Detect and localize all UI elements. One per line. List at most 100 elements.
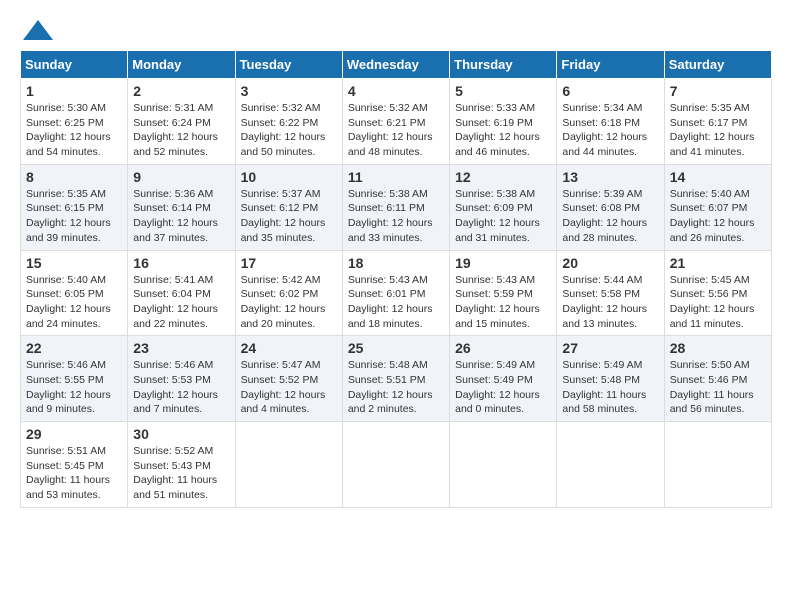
day-cell-3: 3 Sunrise: 5:32 AMSunset: 6:22 PMDaylight…: [235, 79, 342, 165]
day-number: 21: [670, 255, 766, 271]
day-cell-24: 24 Sunrise: 5:47 AMSunset: 5:52 PMDayligh…: [235, 336, 342, 422]
day-cell-30: 30 Sunrise: 5:52 AMSunset: 5:43 PMDayligh…: [128, 422, 235, 508]
day-number: 7: [670, 83, 766, 99]
day-detail: Sunrise: 5:35 AMSunset: 6:15 PMDaylight:…: [26, 187, 122, 246]
day-detail: Sunrise: 5:39 AMSunset: 6:08 PMDaylight:…: [562, 187, 658, 246]
empty-cell: [342, 422, 449, 508]
day-cell-20: 20Sunrise: 5:44 AMSunset: 5:58 PMDayligh…: [557, 250, 664, 336]
day-number: 4: [348, 83, 444, 99]
day-cell-27: 27 Sunrise: 5:49 AMSunset: 5:48 PMDayligh…: [557, 336, 664, 422]
day-number: 24: [241, 340, 337, 356]
day-cell-1: 1 Sunrise: 5:30 AMSunset: 6:25 PMDaylight…: [21, 79, 128, 165]
day-detail: Sunrise: 5:37 AMSunset: 6:12 PMDaylight:…: [241, 187, 337, 246]
day-cell-7: 7 Sunrise: 5:35 AMSunset: 6:17 PMDaylight…: [664, 79, 771, 165]
day-detail: Sunrise: 5:38 AMSunset: 6:09 PMDaylight:…: [455, 187, 551, 246]
day-detail: Sunrise: 5:43 AMSunset: 6:01 PMDaylight:…: [348, 273, 444, 332]
day-number: 14: [670, 169, 766, 185]
day-number: 17: [241, 255, 337, 271]
day-detail: Sunrise: 5:33 AMSunset: 6:19 PMDaylight:…: [455, 101, 551, 160]
day-cell-11: 11Sunrise: 5:38 AMSunset: 6:11 PMDayligh…: [342, 164, 449, 250]
day-cell-5: 5 Sunrise: 5:33 AMSunset: 6:19 PMDaylight…: [450, 79, 557, 165]
calendar-row-3: 15 Sunrise: 5:40 AMSunset: 6:05 PMDayligh…: [21, 250, 772, 336]
day-detail: Sunrise: 5:46 AMSunset: 5:55 PMDaylight:…: [26, 358, 122, 417]
day-cell-4: 4 Sunrise: 5:32 AMSunset: 6:21 PMDaylight…: [342, 79, 449, 165]
weekday-header-friday: Friday: [557, 51, 664, 79]
day-number: 22: [26, 340, 122, 356]
day-detail: Sunrise: 5:34 AMSunset: 6:18 PMDaylight:…: [562, 101, 658, 160]
day-number: 29: [26, 426, 122, 442]
day-detail: Sunrise: 5:32 AMSunset: 6:21 PMDaylight:…: [348, 101, 444, 160]
day-cell-9: 9 Sunrise: 5:36 AMSunset: 6:14 PMDaylight…: [128, 164, 235, 250]
day-cell-25: 25 Sunrise: 5:48 AMSunset: 5:51 PMDayligh…: [342, 336, 449, 422]
day-number: 16: [133, 255, 229, 271]
day-cell-14: 14Sunrise: 5:40 AMSunset: 6:07 PMDayligh…: [664, 164, 771, 250]
day-cell-2: 2 Sunrise: 5:31 AMSunset: 6:24 PMDaylight…: [128, 79, 235, 165]
day-number: 9: [133, 169, 229, 185]
calendar-row-1: 1 Sunrise: 5:30 AMSunset: 6:25 PMDaylight…: [21, 79, 772, 165]
logo: [20, 20, 53, 40]
day-number: 5: [455, 83, 551, 99]
day-cell-23: 23 Sunrise: 5:46 AMSunset: 5:53 PMDayligh…: [128, 336, 235, 422]
day-detail: Sunrise: 5:49 AMSunset: 5:48 PMDaylight:…: [562, 358, 658, 417]
day-cell-26: 26 Sunrise: 5:49 AMSunset: 5:49 PMDayligh…: [450, 336, 557, 422]
calendar-table: SundayMondayTuesdayWednesdayThursdayFrid…: [20, 50, 772, 508]
day-number: 30: [133, 426, 229, 442]
day-cell-10: 10 Sunrise: 5:37 AMSunset: 6:12 PMDayligh…: [235, 164, 342, 250]
day-detail: Sunrise: 5:31 AMSunset: 6:24 PMDaylight:…: [133, 101, 229, 160]
weekday-header-row: SundayMondayTuesdayWednesdayThursdayFrid…: [21, 51, 772, 79]
day-detail: Sunrise: 5:48 AMSunset: 5:51 PMDaylight:…: [348, 358, 444, 417]
empty-cell: [235, 422, 342, 508]
day-number: 27: [562, 340, 658, 356]
weekday-header-monday: Monday: [128, 51, 235, 79]
day-number: 15: [26, 255, 122, 271]
calendar-row-4: 22 Sunrise: 5:46 AMSunset: 5:55 PMDayligh…: [21, 336, 772, 422]
day-cell-6: 6 Sunrise: 5:34 AMSunset: 6:18 PMDaylight…: [557, 79, 664, 165]
day-detail: Sunrise: 5:46 AMSunset: 5:53 PMDaylight:…: [133, 358, 229, 417]
day-detail: Sunrise: 5:43 AMSunset: 5:59 PMDaylight:…: [455, 273, 551, 332]
day-cell-28: 28Sunrise: 5:50 AMSunset: 5:46 PMDayligh…: [664, 336, 771, 422]
day-detail: Sunrise: 5:35 AMSunset: 6:17 PMDaylight:…: [670, 101, 766, 160]
weekday-header-thursday: Thursday: [450, 51, 557, 79]
day-detail: Sunrise: 5:30 AMSunset: 6:25 PMDaylight:…: [26, 101, 122, 160]
day-number: 26: [455, 340, 551, 356]
day-cell-16: 16 Sunrise: 5:41 AMSunset: 6:04 PMDayligh…: [128, 250, 235, 336]
day-cell-17: 17 Sunrise: 5:42 AMSunset: 6:02 PMDayligh…: [235, 250, 342, 336]
day-detail: Sunrise: 5:47 AMSunset: 5:52 PMDaylight:…: [241, 358, 337, 417]
day-cell-8: 8 Sunrise: 5:35 AMSunset: 6:15 PMDaylight…: [21, 164, 128, 250]
day-number: 1: [26, 83, 122, 99]
day-cell-21: 21Sunrise: 5:45 AMSunset: 5:56 PMDayligh…: [664, 250, 771, 336]
day-number: 8: [26, 169, 122, 185]
day-number: 2: [133, 83, 229, 99]
weekday-header-sunday: Sunday: [21, 51, 128, 79]
day-number: 23: [133, 340, 229, 356]
day-detail: Sunrise: 5:38 AMSunset: 6:11 PMDaylight:…: [348, 187, 444, 246]
day-detail: Sunrise: 5:41 AMSunset: 6:04 PMDaylight:…: [133, 273, 229, 332]
calendar-row-2: 8 Sunrise: 5:35 AMSunset: 6:15 PMDaylight…: [21, 164, 772, 250]
day-number: 18: [348, 255, 444, 271]
day-cell-15: 15 Sunrise: 5:40 AMSunset: 6:05 PMDayligh…: [21, 250, 128, 336]
day-number: 3: [241, 83, 337, 99]
day-detail: Sunrise: 5:49 AMSunset: 5:49 PMDaylight:…: [455, 358, 551, 417]
day-detail: Sunrise: 5:40 AMSunset: 6:05 PMDaylight:…: [26, 273, 122, 332]
empty-cell: [557, 422, 664, 508]
empty-cell: [664, 422, 771, 508]
day-number: 28: [670, 340, 766, 356]
day-number: 10: [241, 169, 337, 185]
day-number: 19: [455, 255, 551, 271]
day-detail: Sunrise: 5:42 AMSunset: 6:02 PMDaylight:…: [241, 273, 337, 332]
weekday-header-wednesday: Wednesday: [342, 51, 449, 79]
day-detail: Sunrise: 5:32 AMSunset: 6:22 PMDaylight:…: [241, 101, 337, 160]
empty-cell: [450, 422, 557, 508]
day-cell-29: 29 Sunrise: 5:51 AMSunset: 5:45 PMDayligh…: [21, 422, 128, 508]
day-number: 12: [455, 169, 551, 185]
day-detail: Sunrise: 5:51 AMSunset: 5:45 PMDaylight:…: [26, 444, 122, 503]
logo-icon: [23, 20, 53, 40]
day-detail: Sunrise: 5:44 AMSunset: 5:58 PMDaylight:…: [562, 273, 658, 332]
day-detail: Sunrise: 5:36 AMSunset: 6:14 PMDaylight:…: [133, 187, 229, 246]
day-detail: Sunrise: 5:52 AMSunset: 5:43 PMDaylight:…: [133, 444, 229, 503]
calendar-row-5: 29 Sunrise: 5:51 AMSunset: 5:45 PMDayligh…: [21, 422, 772, 508]
day-cell-18: 18 Sunrise: 5:43 AMSunset: 6:01 PMDayligh…: [342, 250, 449, 336]
day-cell-13: 13Sunrise: 5:39 AMSunset: 6:08 PMDayligh…: [557, 164, 664, 250]
day-number: 6: [562, 83, 658, 99]
day-number: 25: [348, 340, 444, 356]
